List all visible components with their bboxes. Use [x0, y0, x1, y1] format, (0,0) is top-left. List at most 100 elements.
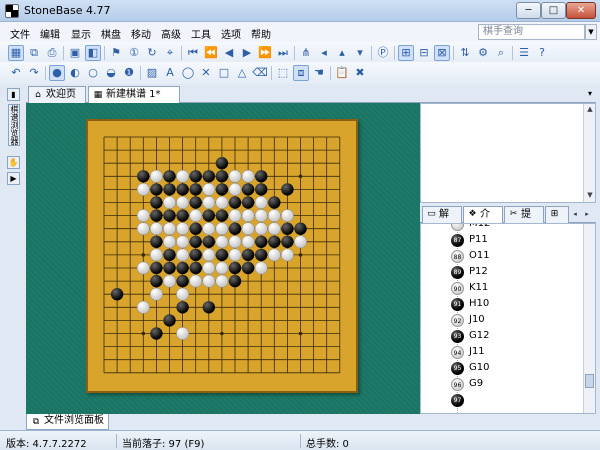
toolbar-separator: [294, 46, 295, 60]
letter-marker-icon[interactable]: A: [162, 65, 178, 81]
redo-icon[interactable]: ↷: [26, 65, 42, 81]
white-stone-icon[interactable]: ○: [85, 65, 101, 81]
variation-up-icon[interactable]: ▴: [334, 45, 350, 61]
menu-item[interactable]: 编辑: [40, 26, 60, 41]
scroll-down-icon[interactable]: ▼: [585, 190, 595, 200]
board-icon[interactable]: ▦: [8, 45, 24, 61]
crosshair-icon[interactable]: ⌖: [162, 45, 178, 61]
tab-new-record[interactable]: ▦ 新建棋谱 1*: [88, 86, 180, 104]
go-board[interactable]: [86, 119, 358, 393]
undo-icon[interactable]: ↶: [8, 65, 24, 81]
list-item[interactable]: 92 J10: [449, 312, 569, 329]
list-item[interactable]: 94 J11: [449, 344, 569, 361]
scroll-thumb[interactable]: [585, 374, 594, 388]
square-marker-icon[interactable]: □: [216, 65, 232, 81]
list-item[interactable]: 91 H10: [449, 296, 569, 313]
toolbar-separator: [63, 46, 64, 60]
select-area-icon[interactable]: ⬚: [275, 65, 291, 81]
number-marker-icon[interactable]: ❶: [121, 65, 137, 81]
list-item[interactable]: 90 K11: [449, 280, 569, 297]
paste-icon[interactable]: 📋: [334, 65, 350, 81]
last-move-icon[interactable]: ⏭: [275, 45, 291, 61]
tab-welcome[interactable]: ⌂ 欢迎页: [28, 86, 86, 103]
move-tree-list[interactable]: M12 87 P11 88 O11 89 P12 90 K11 91 H10 92 J10 93 G12 94…: [420, 223, 596, 414]
menu-item[interactable]: 移动: [131, 26, 151, 41]
white-stone: [267, 222, 281, 236]
panel-tab-info[interactable]: ❖介绍: [463, 206, 503, 235]
tab-list-button[interactable]: ▾: [584, 87, 596, 100]
list-item[interactable]: 88 O11: [449, 248, 569, 265]
menu-item[interactable]: 选项: [221, 26, 241, 41]
magnifier-icon[interactable]: ⌕: [493, 45, 509, 61]
menu-item[interactable]: 帮助: [251, 26, 271, 41]
panel-tab-next-icon[interactable]: ▸: [582, 208, 592, 220]
stone-add-icon[interactable]: ◒: [103, 65, 119, 81]
list-item[interactable]: 89 P12: [449, 264, 569, 281]
help-icon[interactable]: ?: [534, 45, 550, 61]
menu-item[interactable]: 显示: [71, 26, 91, 41]
toolbar-separator: [394, 46, 395, 60]
text-marker-icon[interactable]: Ⓟ: [375, 45, 391, 61]
comment-scrollbar[interactable]: ▲ ▼: [583, 104, 595, 202]
variation-down-icon[interactable]: ▾: [352, 45, 368, 61]
back-icon[interactable]: ◀: [221, 45, 237, 61]
go-board-grid[interactable]: [88, 121, 356, 391]
move-list-scrollbar[interactable]: [583, 224, 595, 413]
delete-icon[interactable]: ✖: [352, 65, 368, 81]
fit-board-icon[interactable]: ▣: [67, 45, 83, 61]
cross-marker-icon[interactable]: ✕: [198, 65, 214, 81]
branch-icon[interactable]: ⋔: [298, 45, 314, 61]
circle-marker-icon[interactable]: ◯: [180, 65, 196, 81]
eraser-icon[interactable]: ⌫: [252, 65, 268, 81]
maximize-button[interactable]: □: [541, 2, 566, 19]
first-move-icon[interactable]: ⏮: [185, 45, 201, 61]
back-fast-icon[interactable]: ⏪: [203, 45, 219, 61]
play-side-button[interactable]: ▶: [7, 172, 20, 185]
triangle-marker-icon[interactable]: △: [234, 65, 250, 81]
list-item[interactable]: 95 G10: [449, 360, 569, 377]
panel-tab-prev-icon[interactable]: ◂: [570, 208, 580, 220]
close-button[interactable]: ✕: [566, 2, 596, 19]
flag-icon[interactable]: ⚑: [108, 45, 124, 61]
list-item[interactable]: 87 P11: [449, 232, 569, 249]
analyze-icon[interactable]: ⚙: [475, 45, 491, 61]
area-marker-icon[interactable]: ▨: [144, 65, 160, 81]
pattern-edit-icon[interactable]: ⊠: [434, 45, 450, 61]
new-record-icon: ▦: [93, 90, 103, 100]
minimize-button[interactable]: ─: [516, 2, 541, 19]
sort-icon[interactable]: ⇅: [457, 45, 473, 61]
list-item[interactable]: 93 G12: [449, 328, 569, 345]
menu-item[interactable]: 高级: [161, 26, 181, 41]
panel-tab-comment[interactable]: ▭解说: [422, 206, 462, 235]
forward-fast-icon[interactable]: ⏩: [257, 45, 273, 61]
sidebar-pin-button[interactable]: ▮: [7, 88, 20, 101]
forward-icon[interactable]: ▶: [239, 45, 255, 61]
scroll-up-icon[interactable]: ▲: [585, 104, 595, 114]
hand-tool-side-button[interactable]: ✋: [7, 156, 20, 169]
hand-icon[interactable]: ☚: [311, 65, 327, 81]
menu-item[interactable]: 棋盘: [101, 26, 121, 41]
select-copy-icon[interactable]: ⧈: [293, 65, 309, 81]
menu-item[interactable]: 文件: [10, 26, 30, 41]
black-stone-icon[interactable]: ●: [49, 65, 65, 81]
move-number-icon[interactable]: ①: [126, 45, 142, 61]
alternate-stone-icon[interactable]: ◐: [67, 65, 83, 81]
pattern-lock-icon[interactable]: ⊟: [416, 45, 432, 61]
print-icon[interactable]: ⎙: [44, 45, 60, 61]
comment-panel[interactable]: ▲ ▼: [420, 103, 596, 203]
coordinates-icon[interactable]: ◧: [85, 45, 101, 61]
list-item[interactable]: 96 G9: [449, 376, 569, 393]
settings-icon[interactable]: ☰: [516, 45, 532, 61]
panel-tab-extra-panel[interactable]: ⊞: [545, 206, 569, 223]
copy-icon[interactable]: ⧉: [26, 45, 42, 61]
rotate-icon[interactable]: ↻: [144, 45, 160, 61]
panel-tab-capture[interactable]: ✂提子: [504, 206, 544, 235]
list-item[interactable]: 97: [449, 392, 569, 409]
file-browser-tab[interactable]: ⧉ 文件浏览面板: [26, 414, 109, 430]
player-search-input[interactable]: 棋手查询: [478, 24, 585, 40]
menu-item[interactable]: 工具: [191, 26, 211, 41]
pattern-search-icon[interactable]: ⊞: [398, 45, 414, 61]
search-dropdown-button[interactable]: ▼: [585, 24, 597, 40]
prev-branch-icon[interactable]: ◂: [316, 45, 332, 61]
game-browser-side-tab[interactable]: 棋谱浏览器: [8, 104, 20, 146]
